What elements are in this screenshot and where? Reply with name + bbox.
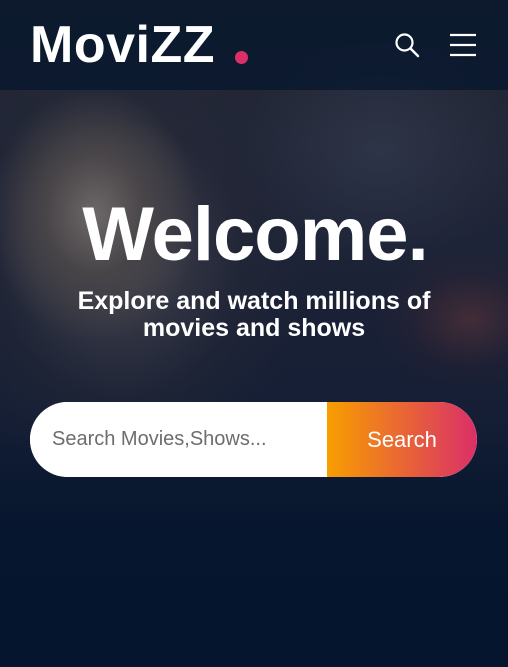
page: MoviZZ Welcome. Explore and watch millio… bbox=[0, 0, 508, 667]
logo-text: MoviZZ bbox=[30, 16, 215, 74]
search-input[interactable] bbox=[30, 402, 327, 477]
hero-content: Welcome. Explore and watch millions of m… bbox=[0, 190, 508, 342]
hero-title: Welcome. bbox=[82, 192, 428, 277]
hero-subtitle: Explore and watch millions of movies and… bbox=[77, 287, 431, 342]
search-bar: Search bbox=[30, 402, 477, 477]
logo[interactable]: MoviZZ bbox=[30, 15, 248, 75]
search-icon[interactable] bbox=[392, 30, 422, 60]
logo-dot bbox=[234, 51, 248, 64]
header-actions bbox=[392, 30, 478, 60]
search-button[interactable]: Search bbox=[327, 402, 477, 477]
menu-icon[interactable] bbox=[448, 30, 478, 60]
header: MoviZZ bbox=[0, 0, 508, 90]
